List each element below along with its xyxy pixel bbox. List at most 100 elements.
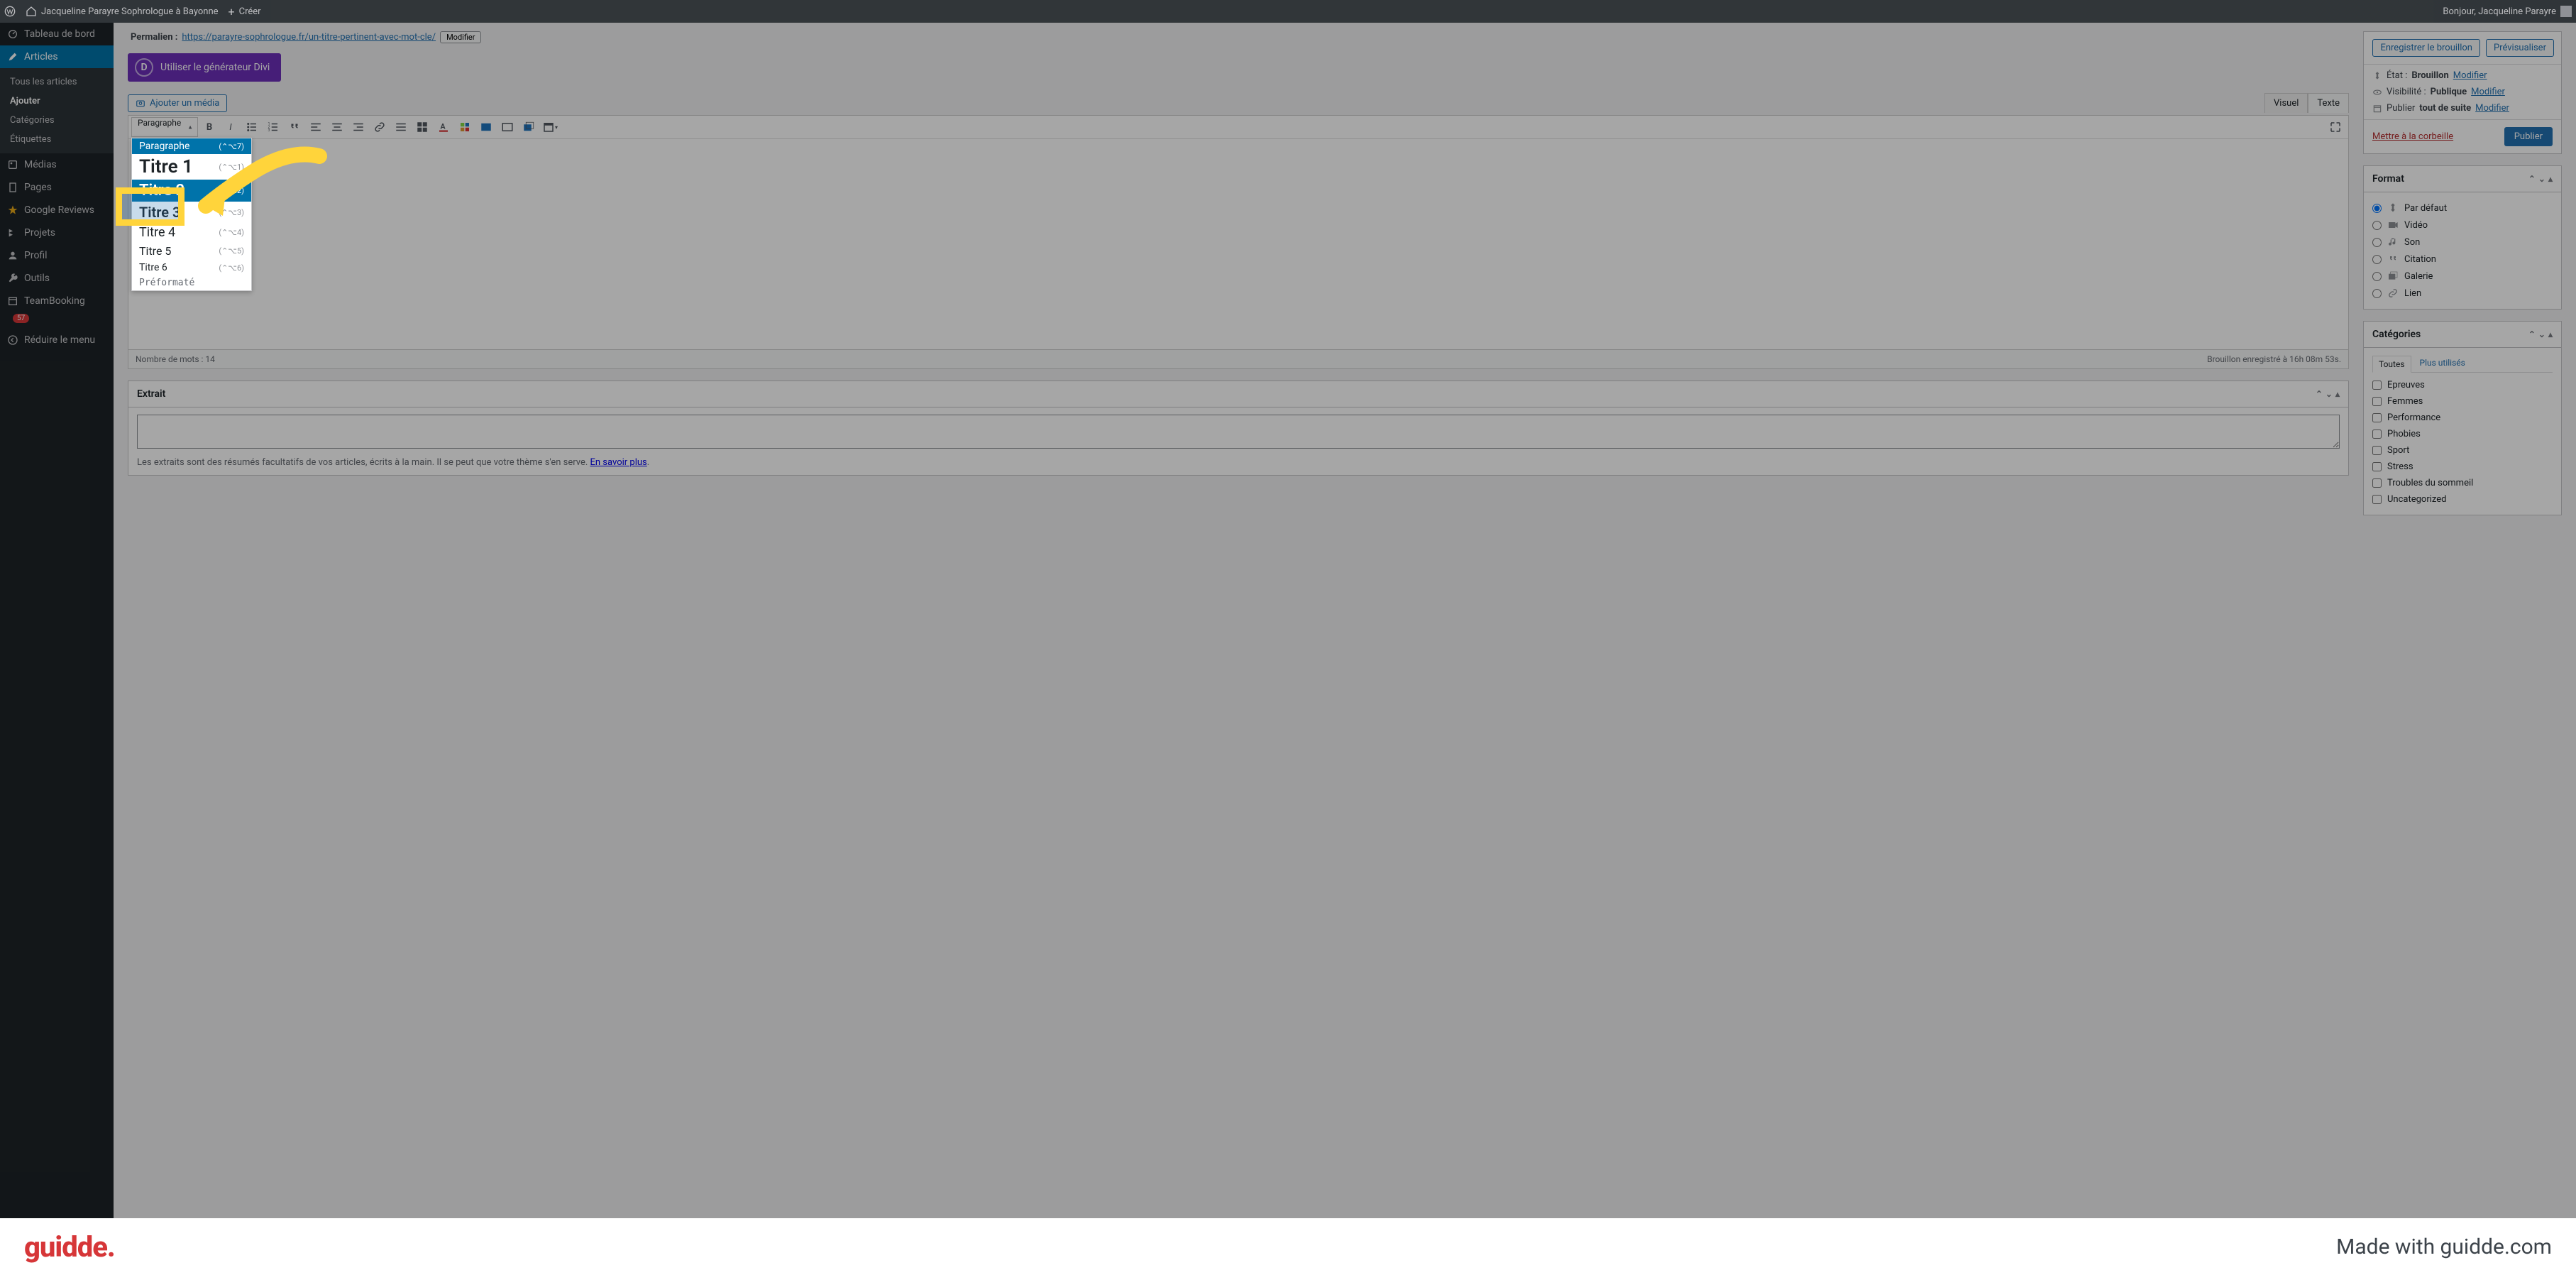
align-center-button[interactable] bbox=[327, 117, 347, 137]
format-galerie[interactable]: Galerie bbox=[2372, 268, 2553, 285]
cat-troubles-cb[interactable] bbox=[2372, 478, 2382, 488]
menu-collapse[interactable]: Réduire le menu bbox=[0, 329, 114, 351]
greeting[interactable]: Bonjour, Jacqueline Parayre bbox=[2443, 6, 2572, 17]
cat-performance-cb[interactable] bbox=[2372, 413, 2382, 422]
format-video[interactable]: Vidéo bbox=[2372, 217, 2553, 234]
cat-epreuves[interactable]: Epreuves bbox=[2372, 377, 2553, 393]
cat-down-icon[interactable]: ⌄ bbox=[2538, 329, 2545, 339]
trash-link[interactable]: Mettre à la corbeille bbox=[2372, 131, 2453, 142]
format-up-icon[interactable]: ⌃ bbox=[2528, 174, 2536, 184]
format-option-preformate[interactable]: Préformaté bbox=[132, 275, 251, 290]
cat-stress-cb[interactable] bbox=[2372, 462, 2382, 471]
save-draft-button[interactable]: Enregistrer le brouillon bbox=[2372, 39, 2480, 57]
align-left-button[interactable] bbox=[306, 117, 326, 137]
tab-text[interactable]: Texte bbox=[2308, 93, 2349, 113]
menu-profil[interactable]: Profil bbox=[0, 244, 114, 267]
menu-medias[interactable]: Médias bbox=[0, 153, 114, 176]
submenu-all[interactable]: Tous les articles bbox=[0, 72, 114, 92]
visibility-edit-link[interactable]: Modifier bbox=[2471, 87, 2505, 97]
format-citation[interactable]: Citation bbox=[2372, 251, 2553, 268]
tab-visual[interactable]: Visuel bbox=[2264, 93, 2308, 113]
format-default-radio[interactable] bbox=[2372, 204, 2382, 213]
format-option-titre1[interactable]: Titre 1(⌃⌥1) bbox=[132, 154, 251, 180]
menu-google-reviews[interactable]: Google Reviews bbox=[0, 199, 114, 221]
text-color-button[interactable]: A bbox=[434, 117, 453, 137]
format-option-titre6[interactable]: Titre 6(⌃⌥6) bbox=[132, 260, 251, 275]
bold-button[interactable]: B bbox=[199, 117, 219, 137]
cat-sport-cb[interactable] bbox=[2372, 446, 2382, 455]
format-toggle-icon[interactable]: ▴ bbox=[2548, 174, 2553, 184]
format-option-titre2[interactable]: Titre 2(⌃⌥2) bbox=[132, 180, 251, 202]
format-down-icon[interactable]: ⌄ bbox=[2538, 174, 2545, 184]
menu-dashboard[interactable]: Tableau de bord bbox=[0, 23, 114, 45]
insert-gallery-button[interactable] bbox=[519, 117, 539, 137]
format-citation-radio[interactable] bbox=[2372, 255, 2382, 264]
editor-body[interactable] bbox=[128, 139, 2348, 349]
cat-sport[interactable]: Sport bbox=[2372, 442, 2553, 459]
format-lien-radio[interactable] bbox=[2372, 289, 2382, 298]
add-media-button[interactable]: Ajouter un média bbox=[128, 94, 227, 112]
cat-epreuves-cb[interactable] bbox=[2372, 381, 2382, 390]
toolbar-toggle-button[interactable] bbox=[412, 117, 432, 137]
italic-button[interactable]: I bbox=[221, 117, 241, 137]
site-link[interactable]: Jacqueline Parayre Sophrologue à Bayonne bbox=[26, 6, 219, 17]
extrait-learn-more-link[interactable]: En savoir plus bbox=[590, 457, 647, 468]
cat-femmes[interactable]: Femmes bbox=[2372, 393, 2553, 410]
format-option-titre4[interactable]: Titre 4(⌃⌥4) bbox=[132, 223, 251, 242]
permalink-edit-button[interactable]: Modifier bbox=[440, 31, 481, 43]
format-default[interactable]: Par défaut bbox=[2372, 199, 2553, 217]
menu-teambooking[interactable]: TeamBooking bbox=[0, 290, 114, 312]
new-content[interactable]: +Créer bbox=[229, 5, 261, 18]
preview-button[interactable]: Prévisualiser bbox=[2486, 39, 2554, 57]
submenu-add[interactable]: Ajouter bbox=[0, 92, 114, 111]
permalink-url[interactable]: https://parayre-sophrologue.fr/un-titre-… bbox=[182, 32, 436, 43]
wp-logo[interactable] bbox=[4, 6, 16, 17]
publish-button[interactable]: Publier bbox=[2504, 127, 2553, 146]
blockquote-button[interactable] bbox=[285, 117, 304, 137]
insert-video-button[interactable] bbox=[497, 117, 517, 137]
format-option-paragraphe[interactable]: Paragraphe(⌃⌥7) bbox=[132, 138, 251, 154]
fullscreen-button[interactable] bbox=[2325, 117, 2345, 137]
divi-builder-button[interactable]: D Utiliser le générateur Divi bbox=[128, 53, 281, 82]
status-edit-link[interactable]: Modifier bbox=[2453, 70, 2487, 81]
cat-toggle-icon[interactable]: ▴ bbox=[2548, 329, 2553, 339]
format-option-titre3[interactable]: Titre 3(⌃⌥3) bbox=[132, 202, 251, 223]
cat-phobies[interactable]: Phobies bbox=[2372, 426, 2553, 442]
cat-troubles[interactable]: Troubles du sommeil bbox=[2372, 475, 2553, 491]
more-button[interactable] bbox=[391, 117, 411, 137]
extrait-textarea[interactable] bbox=[137, 415, 2340, 449]
insert-image-button[interactable] bbox=[476, 117, 496, 137]
schedule-edit-link[interactable]: Modifier bbox=[2475, 103, 2509, 114]
cat-tab-all[interactable]: Toutes bbox=[2372, 356, 2411, 373]
insert-calendar-button[interactable]: ▾ bbox=[540, 117, 560, 137]
cat-phobies-cb[interactable] bbox=[2372, 429, 2382, 439]
cat-stress[interactable]: Stress bbox=[2372, 459, 2553, 475]
shortcode-button[interactable] bbox=[455, 117, 475, 137]
cat-performance[interactable]: Performance bbox=[2372, 410, 2553, 426]
submenu-tags[interactable]: Étiquettes bbox=[0, 130, 114, 149]
align-right-button[interactable] bbox=[348, 117, 368, 137]
extrait-up-icon[interactable]: ⌃ bbox=[2316, 389, 2323, 399]
format-son-radio[interactable] bbox=[2372, 238, 2382, 247]
format-option-titre5[interactable]: Titre 5(⌃⌥5) bbox=[132, 242, 251, 260]
numbered-list-button[interactable]: 123 bbox=[263, 117, 283, 137]
cat-uncategorized-cb[interactable] bbox=[2372, 495, 2382, 504]
menu-projets[interactable]: Projets bbox=[0, 221, 114, 244]
format-lien[interactable]: Lien bbox=[2372, 285, 2553, 302]
format-son[interactable]: Son bbox=[2372, 234, 2553, 251]
format-galerie-radio[interactable] bbox=[2372, 272, 2382, 281]
submenu-categories[interactable]: Catégories bbox=[0, 111, 114, 130]
menu-outils[interactable]: Outils bbox=[0, 267, 114, 290]
link-button[interactable] bbox=[370, 117, 390, 137]
cat-femmes-cb[interactable] bbox=[2372, 397, 2382, 406]
bullet-list-button[interactable] bbox=[242, 117, 262, 137]
extrait-down-icon[interactable]: ⌄ bbox=[2325, 389, 2333, 399]
format-select[interactable]: Paragraphe bbox=[131, 117, 198, 137]
menu-articles[interactable]: Articles bbox=[0, 45, 114, 68]
cat-up-icon[interactable]: ⌃ bbox=[2528, 329, 2536, 339]
cat-uncategorized[interactable]: Uncategorized bbox=[2372, 491, 2553, 508]
cat-tab-most[interactable]: Plus utilisés bbox=[2414, 355, 2471, 372]
format-video-radio[interactable] bbox=[2372, 221, 2382, 230]
menu-pages[interactable]: Pages bbox=[0, 176, 114, 199]
extrait-toggle-icon[interactable]: ▴ bbox=[2335, 389, 2340, 399]
